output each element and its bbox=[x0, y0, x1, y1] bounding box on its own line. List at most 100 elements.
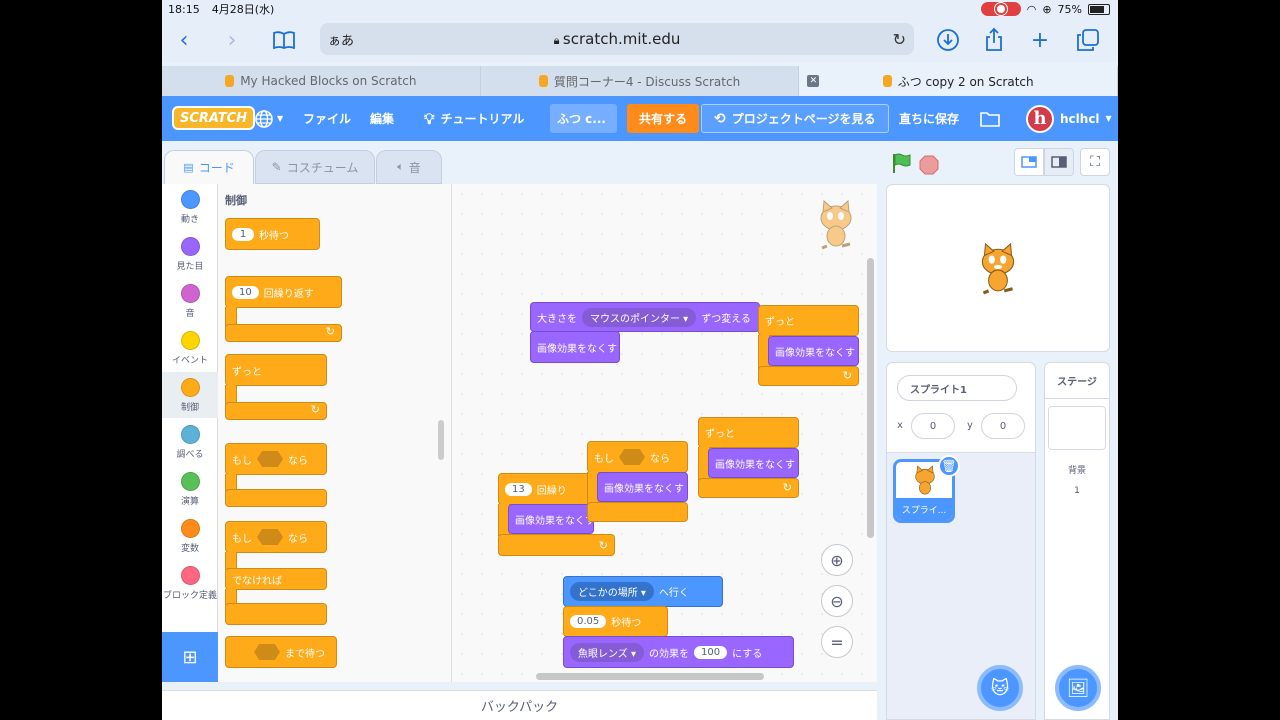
if-else-block[interactable]: もし なら bbox=[225, 521, 327, 553]
forward-icon[interactable]: › bbox=[218, 26, 246, 54]
forever-block[interactable]: ずっと bbox=[225, 354, 327, 386]
edit-menu[interactable]: 編集 bbox=[370, 96, 394, 141]
clear-effects-block[interactable]: 画像効果をなくす bbox=[508, 504, 594, 534]
zoom-in-button[interactable]: ⊕ bbox=[821, 544, 853, 576]
project-title-field[interactable]: ふつ c... bbox=[550, 104, 617, 133]
category-motion[interactable]: 動き bbox=[162, 184, 218, 230]
new-tab-icon[interactable]: + bbox=[1026, 26, 1054, 54]
clear-effects-block[interactable]: 画像効果をなくす bbox=[530, 331, 620, 363]
wait-value[interactable]: 0.05 bbox=[570, 615, 607, 628]
if-block[interactable]: もし なら bbox=[587, 441, 688, 473]
zoom-reset-button[interactable]: = bbox=[821, 626, 853, 658]
globe-icon bbox=[255, 109, 273, 128]
category-my-blocks[interactable]: ブロック定義 bbox=[162, 560, 218, 606]
condition-slot[interactable] bbox=[257, 451, 283, 467]
tab-code[interactable]: ▤ コード bbox=[164, 150, 254, 184]
close-tab-icon[interactable]: ✕ bbox=[807, 75, 820, 87]
clear-effects-block[interactable]: 画像効果をなくす bbox=[597, 472, 688, 502]
stage-cat-sprite[interactable] bbox=[973, 241, 1023, 297]
workspace-vertical-scrollbar[interactable] bbox=[867, 258, 874, 538]
tab-costumes[interactable]: ✎ コスチューム bbox=[255, 150, 375, 184]
large-stage-button[interactable] bbox=[1044, 148, 1074, 176]
choose-sprite-button[interactable]: 🐱︎ bbox=[977, 665, 1023, 711]
save-now-button[interactable]: 直ちに保存 bbox=[899, 96, 959, 141]
browser-tab-active[interactable]: ✕ ふつ copy 2 on Scratch bbox=[799, 66, 1118, 96]
category-looks[interactable]: 見た目 bbox=[162, 231, 218, 277]
set-effect-block[interactable]: 魚眼レンズ ▾ の効果を 100 にする bbox=[563, 636, 794, 668]
sprite-x-field[interactable]: 0 bbox=[911, 413, 955, 439]
size-dropdown[interactable]: マウスのポインター ▾ bbox=[582, 307, 697, 327]
wait-block[interactable]: 1 秒待つ bbox=[225, 218, 320, 250]
fullscreen-button[interactable]: ⛶ bbox=[1080, 148, 1110, 176]
reload-icon[interactable]: ↻ bbox=[893, 30, 906, 49]
condition-slot[interactable] bbox=[619, 449, 645, 465]
tab-label: 質問コーナー4 - Discuss Scratch bbox=[553, 74, 741, 89]
share-button[interactable]: 共有する bbox=[627, 104, 700, 133]
stage-thumbnail[interactable] bbox=[1048, 406, 1106, 450]
stop-icon[interactable] bbox=[919, 152, 939, 178]
green-flag-icon[interactable] bbox=[889, 150, 913, 176]
wait-block[interactable]: 0.05 秒待つ bbox=[563, 606, 668, 637]
clear-effects-label: 画像効果をなくす bbox=[515, 515, 594, 527]
category-sensing[interactable]: 調べる bbox=[162, 419, 218, 465]
go-to-dropdown[interactable]: どこかの場所 ▾ bbox=[570, 582, 654, 601]
wait-value[interactable]: 1 bbox=[232, 227, 254, 241]
go-to-dropdown-value: どこかの場所 bbox=[578, 588, 638, 599]
browser-tab[interactable]: 質問コーナー4 - Discuss Scratch bbox=[480, 66, 800, 96]
file-menu[interactable]: ファイル bbox=[303, 96, 351, 141]
change-size-block[interactable]: 大きさを マウスのポインター ▾ ずつ変える bbox=[530, 302, 760, 332]
clear-effects-block[interactable]: 画像効果をなくす bbox=[768, 336, 859, 366]
zoom-out-button[interactable]: ⊖ bbox=[821, 585, 853, 617]
forever-bottom: ↻ bbox=[698, 478, 799, 498]
scratch-logo[interactable]: SCRATCH bbox=[172, 106, 256, 130]
palette-scrollbar[interactable] bbox=[438, 420, 444, 460]
see-project-page-button[interactable]: ⟲ プロジェクトページを見る bbox=[701, 104, 889, 133]
language-menu[interactable]: ▼ bbox=[254, 96, 283, 141]
sprite-y-field[interactable]: 0 bbox=[981, 413, 1025, 439]
effect-dropdown[interactable]: 魚眼レンズ ▾ bbox=[570, 642, 645, 662]
tab-sounds[interactable]: 🔈︎ 音 bbox=[376, 150, 442, 184]
repeat-value[interactable]: 13 bbox=[505, 482, 532, 496]
address-bar[interactable]: ぁあ 🔒︎ scratch.mit.edu ↻ bbox=[320, 23, 914, 55]
wait-until-block[interactable]: まで待つ bbox=[225, 636, 337, 668]
add-extension-button[interactable]: ⊞ bbox=[162, 632, 218, 682]
back-icon[interactable]: ‹ bbox=[170, 26, 198, 54]
condition-slot[interactable] bbox=[254, 644, 280, 660]
category-sound[interactable]: 音 bbox=[162, 278, 218, 324]
download-icon[interactable] bbox=[934, 26, 962, 54]
chevron-down-icon: ▼ bbox=[1105, 114, 1112, 123]
clear-effects-label: 画像効果をなくす bbox=[604, 483, 684, 495]
effect-value[interactable]: 100 bbox=[694, 645, 728, 659]
condition-slot[interactable] bbox=[257, 529, 283, 545]
choose-backdrop-button[interactable]: 🖼︎ bbox=[1055, 665, 1101, 711]
scratch-menu-bar: SCRATCH ▼ ファイル 編集 💡︎ チュートリアル ふつ c... 共有す… bbox=[162, 96, 1118, 141]
stage-canvas[interactable] bbox=[886, 184, 1110, 352]
forever-block[interactable]: ずっと bbox=[698, 417, 799, 448]
my-stuff-folder-icon[interactable] bbox=[980, 96, 1000, 141]
repeat-value[interactable]: 10 bbox=[232, 285, 259, 299]
tutorials-button[interactable]: 💡︎ チュートリアル bbox=[424, 96, 524, 141]
clear-effects-block[interactable]: 画像効果をなくす bbox=[708, 448, 799, 478]
category-events[interactable]: イベント bbox=[162, 325, 218, 371]
small-stage-button[interactable] bbox=[1014, 148, 1044, 176]
bookmarks-icon[interactable] bbox=[270, 26, 298, 54]
tabs-overview-icon[interactable] bbox=[1074, 26, 1102, 54]
backpack-bar[interactable]: バックパック bbox=[162, 690, 877, 720]
zoom-out-icon: ⊖ bbox=[830, 591, 844, 611]
go-to-block[interactable]: どこかの場所 ▾ へ行く bbox=[563, 576, 723, 607]
account-menu[interactable]: h hclhcl ▼ bbox=[1026, 96, 1112, 141]
workspace-horizontal-scrollbar[interactable] bbox=[536, 673, 764, 680]
forever-block[interactable]: ずっと bbox=[758, 305, 859, 336]
sprite-name-field[interactable]: スプライト1 bbox=[897, 375, 1017, 401]
category-label: 制御 bbox=[180, 403, 199, 413]
category-control[interactable]: 制御 bbox=[162, 372, 218, 418]
category-variables[interactable]: 変数 bbox=[162, 513, 218, 559]
delete-sprite-button[interactable]: 🗑︎ bbox=[938, 455, 960, 477]
category-operators[interactable]: 演算 bbox=[162, 466, 218, 512]
category-dot bbox=[180, 425, 200, 444]
ipad-screen: 18:15 4月28日(水) ◠ ⊕ 75% ‹ › ぁあ 🔒︎ scratch… bbox=[162, 0, 1118, 720]
browser-tab[interactable]: My Hacked Blocks on Scratch bbox=[162, 66, 481, 96]
share-icon[interactable] bbox=[980, 26, 1008, 54]
if-block[interactable]: もし なら bbox=[225, 443, 327, 475]
repeat-block[interactable]: 10 回繰り返す bbox=[225, 276, 342, 308]
